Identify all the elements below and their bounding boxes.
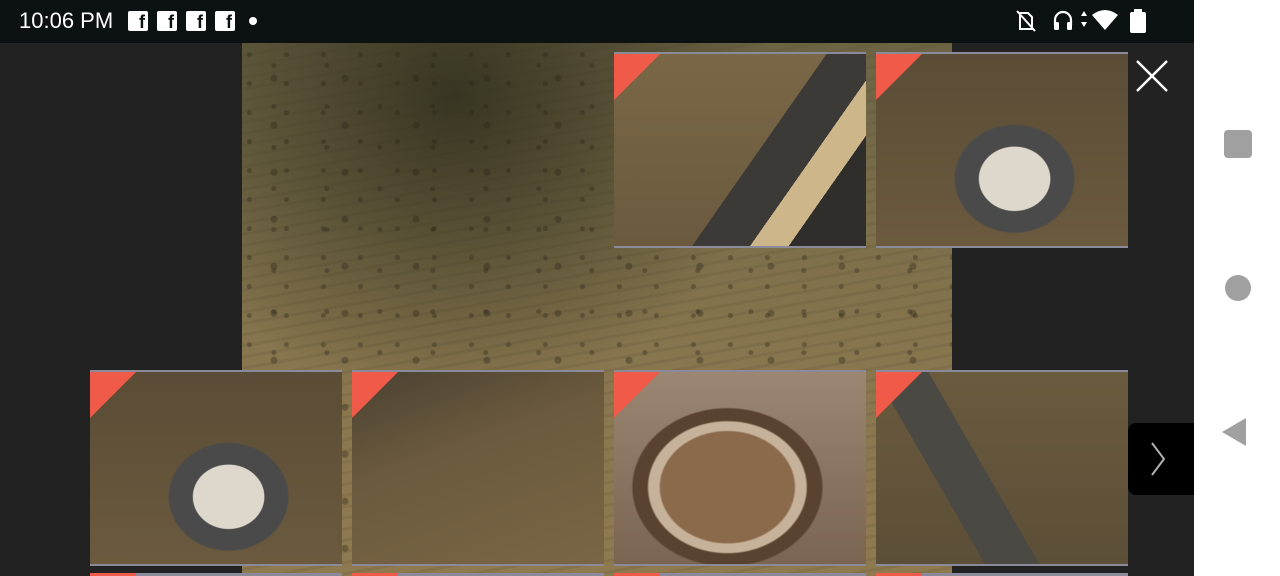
battery-icon — [1130, 9, 1146, 33]
facebook-icon: f — [186, 11, 206, 31]
headphones-icon — [1053, 10, 1073, 30]
new-flag — [876, 54, 922, 100]
navigation-bar — [1194, 0, 1280, 576]
facebook-icon: f — [128, 11, 148, 31]
more-notifications-dot — [249, 17, 257, 25]
wifi-icon — [1081, 10, 1118, 30]
no-sim-icon — [1016, 10, 1036, 32]
new-flag — [352, 372, 398, 418]
thumbnail-mars-ground[interactable] — [352, 370, 604, 566]
recents-button[interactable] — [1224, 130, 1252, 158]
new-flag — [876, 372, 922, 418]
chevron-right-icon — [1151, 442, 1166, 476]
next-button[interactable] — [1128, 423, 1194, 495]
home-button[interactable] — [1225, 275, 1251, 301]
new-flag — [614, 372, 660, 418]
back-button[interactable] — [1222, 418, 1246, 446]
status-time: 10:06 PM — [19, 8, 114, 33]
close-icon — [1136, 60, 1168, 92]
thumbnail-rover-deck[interactable] — [90, 370, 342, 566]
thumbnail-rover-arm[interactable] — [614, 52, 866, 248]
status-bar: 10:06 PM f f f f — [0, 0, 1194, 43]
facebook-icon: f — [157, 11, 177, 31]
facebook-icon: f — [215, 11, 235, 31]
close-button[interactable] — [1134, 58, 1170, 94]
thumbnail-rover-wheel[interactable] — [876, 52, 1128, 248]
thumbnail-rover-arm-ground[interactable] — [876, 370, 1128, 566]
new-flag — [90, 372, 136, 418]
thumbnail-rover-hatch[interactable] — [614, 370, 866, 566]
new-flag — [614, 54, 660, 100]
